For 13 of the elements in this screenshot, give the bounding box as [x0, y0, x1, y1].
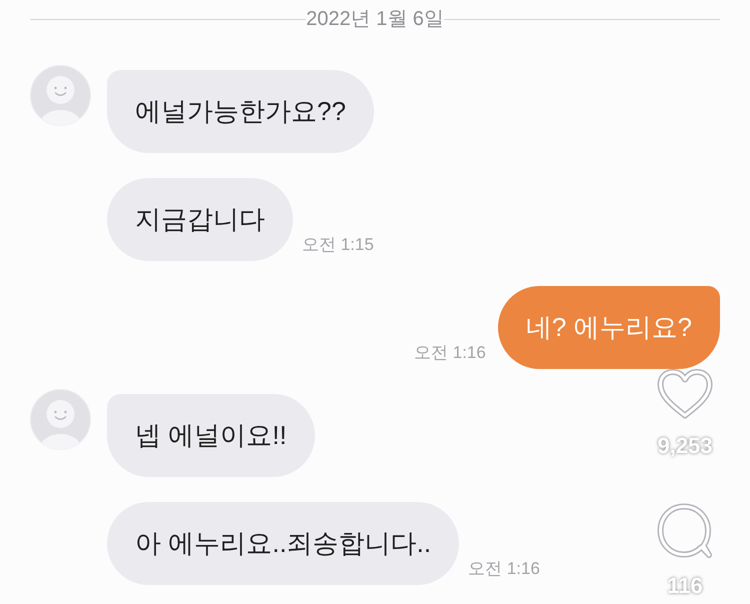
- sent-message-bubble: 네? 에누리요?: [498, 286, 720, 369]
- received-message-bubble: 지금갑니다: [107, 178, 293, 261]
- message-time: 오전 1:15: [302, 236, 374, 253]
- message-time: 오전 1:16: [468, 560, 540, 577]
- received-message-bubble: 에널가능한가요??: [107, 70, 374, 153]
- date-divider-label: 2022년 1월 6일: [306, 9, 444, 29]
- reaction-count: 9,253: [657, 435, 713, 457]
- message-time: 오전 1:16: [414, 344, 486, 361]
- heart-icon[interactable]: [657, 369, 713, 419]
- received-message-bubble: 아 에누리요..죄송합니다..: [107, 502, 460, 585]
- comment-icon[interactable]: [657, 503, 713, 559]
- reaction-count: 116: [667, 575, 703, 597]
- received-message-bubble: 넵 에널이요!!: [107, 394, 315, 477]
